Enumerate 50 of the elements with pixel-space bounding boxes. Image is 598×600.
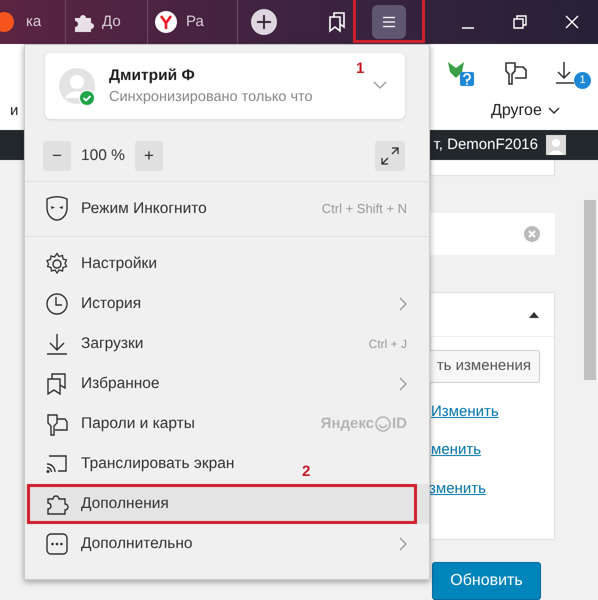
tab-title[interactable]: До xyxy=(102,10,121,34)
update-button[interactable]: Обновить xyxy=(432,562,541,600)
admin-greeting[interactable]: т, DemonF2016 xyxy=(434,134,538,156)
scrollbar-thumb[interactable] xyxy=(584,200,596,380)
yandex-id-logo: Яндекс ID xyxy=(320,414,407,434)
keys-icon xyxy=(45,412,69,436)
new-tab-icon[interactable] xyxy=(250,8,278,36)
collapse-icon[interactable] xyxy=(528,310,540,319)
menu-item[interactable]: Пароли и карты Яндекс ID xyxy=(25,404,429,444)
search-field[interactable] xyxy=(430,212,555,256)
close-icon[interactable] xyxy=(563,13,581,31)
download-icon[interactable] xyxy=(554,60,574,86)
more-icon xyxy=(45,532,69,556)
shortcut-text: Ctrl + Shift + N xyxy=(322,200,407,218)
edit-link[interactable]: зменить xyxy=(429,478,554,500)
settings-icon xyxy=(45,252,69,276)
page-text: и xyxy=(10,101,18,121)
fullscreen-icon xyxy=(380,146,400,166)
menu-item[interactable]: Режим Инкогнито Ctrl + Shift + N xyxy=(25,182,429,236)
sync-status: Синхронизировано только что xyxy=(109,88,313,107)
step-number: 1 xyxy=(356,59,364,79)
bookmarks-icon[interactable] xyxy=(327,11,347,33)
zoom-in-button[interactable]: + xyxy=(134,141,163,171)
shortcut-text: Ctrl + J xyxy=(368,336,407,353)
menu-item[interactable]: Настройки xyxy=(25,244,429,284)
avatar-icon xyxy=(546,135,566,155)
highlight-frame xyxy=(353,0,425,43)
fullscreen-button[interactable] xyxy=(375,141,405,171)
download-icon xyxy=(45,332,69,356)
restore-icon[interactable] xyxy=(511,13,529,31)
tab-title[interactable]: Ра xyxy=(186,10,204,34)
edit-link[interactable]: менить xyxy=(431,439,554,462)
zoom-out-button[interactable]: − xyxy=(43,141,71,171)
download-badge: 1 xyxy=(574,72,591,89)
bookmarks-folder[interactable]: Другое xyxy=(491,99,560,123)
profile-name: Дмитрий Ф xyxy=(109,66,196,86)
menu-item[interactable]: Дополнительно xyxy=(25,524,429,564)
mask-icon xyxy=(45,196,69,222)
menu-button[interactable] xyxy=(372,5,406,39)
edit-link[interactable]: Изменить xyxy=(431,400,554,424)
tab-title[interactable]: ка xyxy=(26,10,42,34)
caret-icon xyxy=(548,107,560,115)
keys-icon[interactable] xyxy=(502,59,528,87)
y-logo-icon xyxy=(154,10,178,34)
chevron-down-icon[interactable] xyxy=(373,81,387,89)
step-number: 2 xyxy=(302,462,310,482)
zoom-level: 100 % xyxy=(81,146,125,166)
menu-item[interactable]: История xyxy=(25,284,429,324)
clock-icon xyxy=(45,292,69,316)
menu-icon xyxy=(382,16,396,28)
